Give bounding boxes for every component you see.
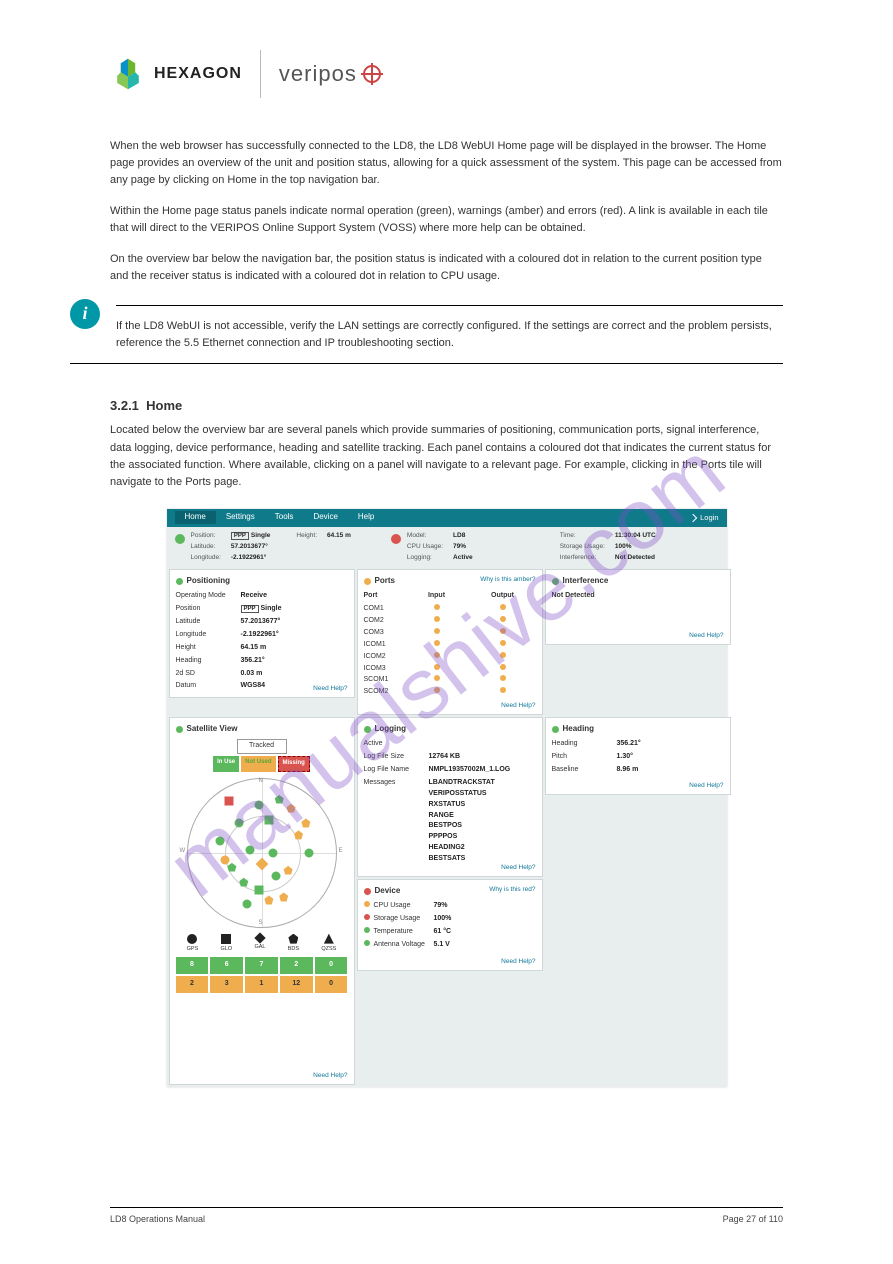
panel-logging[interactable]: Logging Active Log File Size12764 KB Log…: [357, 717, 543, 877]
nav-help[interactable]: Help: [348, 511, 384, 523]
section-para: Located below the overview bar are sever…: [110, 422, 783, 490]
nav-tools[interactable]: Tools: [265, 511, 304, 523]
tracked-label: Tracked: [237, 739, 287, 754]
logging-status-icon: [364, 726, 371, 733]
header-separator: [260, 50, 261, 98]
panel-positioning[interactable]: Positioning Operating ModeReceive Positi…: [169, 569, 355, 698]
port-row: COM2: [364, 616, 536, 627]
hexagon-wordmark: HEXAGON: [154, 65, 242, 83]
interference-status-icon: [552, 578, 559, 585]
positioning-status-icon: [176, 578, 183, 585]
page-footer: LD8 Operations Manual Page 27 of 110: [110, 1207, 783, 1224]
info-callout: i If the LD8 WebUI is not accessible, ve…: [70, 299, 783, 370]
legend-missing: Missing: [278, 756, 310, 771]
login-arrow-icon: [689, 513, 697, 521]
port-row: COM1: [364, 604, 536, 615]
webui-nav: Home Settings Tools Device Help Login: [167, 509, 727, 527]
port-row: COM3: [364, 628, 536, 639]
panel-satellite-view[interactable]: Satellite View Tracked In Use Not Used M…: [169, 717, 355, 1085]
callout-rule-top: [116, 305, 783, 306]
page-header: HEXAGON veripos: [0, 0, 893, 108]
ports-status-icon: [364, 578, 371, 585]
intro-para-1: When the web browser has successfully co…: [110, 138, 783, 189]
device-status-icon: [364, 888, 371, 895]
port-row: ICOM1: [364, 640, 536, 651]
port-row: SCOM1: [364, 675, 536, 686]
nav-home[interactable]: Home: [175, 511, 216, 523]
logging-help-link[interactable]: Need Help?: [501, 863, 535, 873]
callout-rule-bottom: [70, 363, 783, 364]
document-body: When the web browser has successfully co…: [0, 108, 893, 1087]
legend-in-use: In Use: [213, 756, 239, 771]
port-row: ICOM3: [364, 664, 536, 675]
satview-help-link[interactable]: Need Help?: [313, 1071, 347, 1081]
hexagon-icon: [110, 56, 146, 92]
heading-status-icon: [552, 726, 559, 733]
panel-heading[interactable]: Heading Heading356.21° Pitch1.30° Baseli…: [545, 717, 731, 795]
device-red-link[interactable]: Why is this red?: [489, 885, 535, 895]
footer-title: LD8 Operations Manual: [110, 1214, 205, 1224]
target-icon: [363, 65, 381, 83]
panels-grid: Positioning Operating ModeReceive Positi…: [167, 567, 727, 1087]
footer-page: Page 27 of 110: [723, 1214, 783, 1224]
satview-status-icon: [176, 726, 183, 733]
constellation-legend: GPS GLO GAL BDS QZSS: [176, 934, 348, 954]
satellite-counts: 86720231120: [176, 957, 348, 993]
sky-plot: N S W E: [187, 778, 337, 928]
panel-ports[interactable]: Ports Why is this amber? PortInputOutput…: [357, 569, 543, 715]
device-help-link[interactable]: Need Help?: [501, 957, 535, 967]
interference-help-link[interactable]: Need Help?: [689, 631, 723, 641]
nav-device[interactable]: Device: [303, 511, 347, 523]
ports-amber-link[interactable]: Why is this amber?: [480, 575, 535, 585]
position-status-dot: [175, 534, 185, 544]
intro-para-3: On the overview bar below the navigation…: [110, 251, 783, 285]
webui-screenshot: Home Settings Tools Device Help Login Po…: [167, 509, 727, 1087]
callout-text: If the LD8 WebUI is not accessible, veri…: [116, 312, 783, 357]
nav-login[interactable]: Login: [690, 512, 718, 524]
port-row: SCOM2: [364, 687, 536, 698]
legend-not-used: Not Used: [241, 756, 275, 771]
interference-value: Not Detected: [552, 591, 724, 602]
hexagon-logo: HEXAGON: [110, 56, 242, 92]
port-row: ICOM2: [364, 652, 536, 663]
panel-interference[interactable]: Interference Not Detected Need Help?: [545, 569, 731, 645]
nav-settings[interactable]: Settings: [216, 511, 265, 523]
info-icon: i: [70, 299, 100, 329]
overview-bar: Position:PPPSingle Latitude:57.2013677° …: [167, 527, 727, 567]
intro-para-2: Within the Home page status panels indic…: [110, 203, 783, 237]
section-number: 3.2.1 Home: [110, 396, 783, 416]
ports-help-link[interactable]: Need Help?: [501, 701, 535, 711]
veripos-wordmark: veripos: [279, 61, 357, 87]
veripos-logo: veripos: [279, 61, 381, 87]
heading-help-link[interactable]: Need Help?: [689, 781, 723, 791]
panel-device[interactable]: Device Why is this red? CPU Usage79% Sto…: [357, 879, 543, 971]
receiver-status-dot: [391, 534, 401, 544]
positioning-help-link[interactable]: Need Help?: [313, 684, 347, 694]
